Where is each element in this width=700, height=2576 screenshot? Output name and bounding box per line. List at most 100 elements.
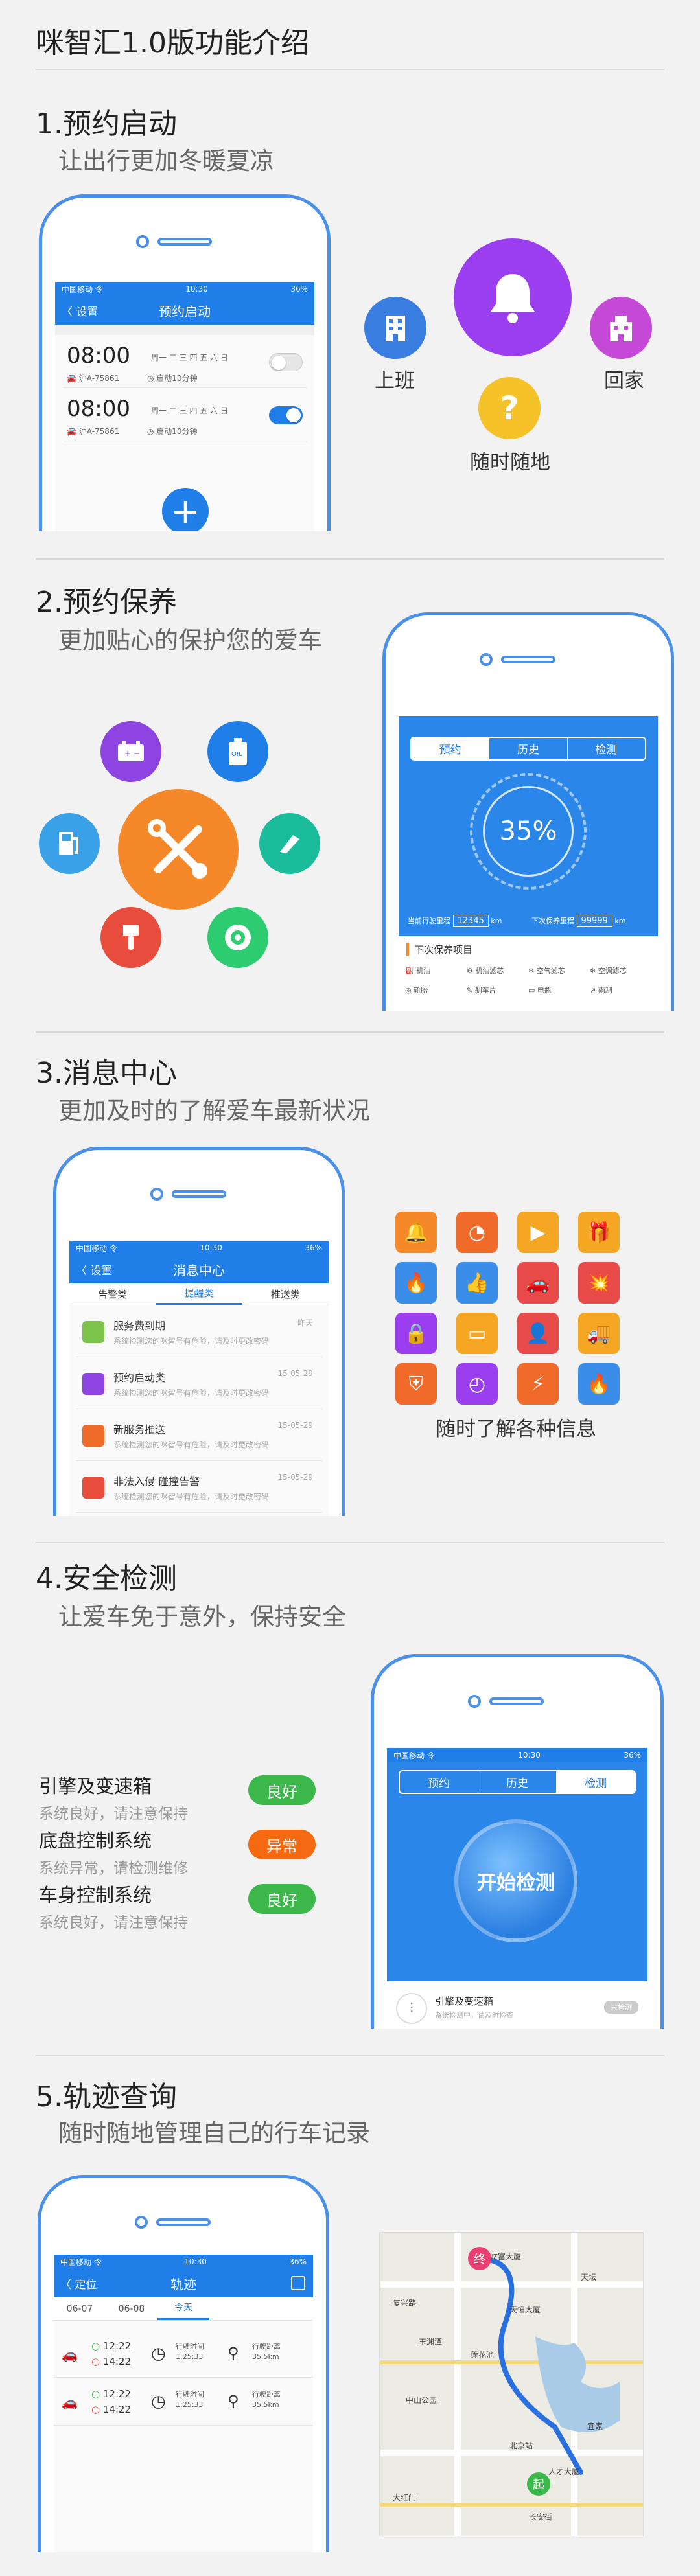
wrench-screwdriver-icon	[118, 789, 239, 910]
tab-history[interactable]: 历史	[478, 1771, 557, 1793]
office-building-icon	[364, 297, 426, 359]
gearbox-icon: ⫶	[396, 1993, 427, 2024]
trip-row[interactable]: 🚗 ○ 12:22 ○ 14:22 ◷ 行驶时间 1:25:33 ⚲ 行驶距离 35…	[54, 2379, 313, 2426]
phone-speaker	[172, 1190, 226, 1198]
fuel-pump-icon	[39, 813, 100, 874]
add-alarm-button[interactable]: +	[162, 488, 209, 531]
back-button[interactable]: 〈 设置	[76, 1261, 112, 1278]
tag-icon	[82, 1321, 104, 1343]
alarm-days: 周一 二 三 四 五 六 日	[151, 406, 228, 415]
section3-heading: 3.消息中心	[36, 1057, 177, 1090]
gift-icon: 🎁	[578, 1212, 620, 1253]
phone-mockup: 中国移动 令 10:30 36% 〈 设置 预约启动 08:00 周一 二 三 …	[39, 194, 331, 531]
message-desc: 系统检测您的咪智号有危险，请及时更改密码	[113, 1440, 270, 1449]
phone-camera	[135, 2216, 148, 2229]
svg-text:+ −: + −	[124, 749, 140, 758]
battery-icon: + −	[100, 721, 161, 782]
video-icon: ▶	[517, 1212, 559, 1253]
section3-subtitle: 更加及时的了解爱车最新状况	[58, 1097, 370, 1125]
clock: 10:30	[185, 284, 208, 293]
message-tabs: 告警类 提醒类 推送类	[69, 1283, 329, 1305]
tab-history[interactable]: 历史	[489, 738, 568, 759]
map-place-label: 复兴路	[393, 2299, 417, 2308]
back-button[interactable]: 〈 设置	[62, 303, 98, 319]
tab-booking[interactable]: 预约	[400, 1771, 478, 1793]
carrier: 中国移动 令	[76, 1243, 117, 1253]
tab-alarm[interactable]: 告警类	[69, 1283, 156, 1305]
alarm-toggle[interactable]	[269, 353, 303, 371]
section1-heading: 1.预约启动	[36, 108, 177, 141]
lock-icon: 🔒	[395, 1313, 437, 1354]
status-badge: 异常	[248, 1830, 316, 1859]
notification-icon-grid: 🔔 ◔ ▶ 🎁 🔥 👍 🚗 💥 🔒 ▭ 👤 🚚 ⛨ ◴ ⚡ 🔥	[395, 1212, 635, 1412]
phone-camera	[136, 235, 149, 248]
map-place-label: 人才大厦	[548, 2467, 580, 2476]
system-item: 底盘控制系统 系统异常，请检测维修	[39, 1826, 188, 1878]
alarm-toggle[interactable]	[269, 406, 303, 424]
carrier: 中国移动 令	[393, 1751, 435, 1760]
section4-heading: 4.安全检测	[36, 1562, 177, 1595]
phone-speaker	[158, 238, 212, 246]
trip-duration: 行驶时间 1:25:33	[176, 2342, 204, 2361]
section4-subtitle: 让爱车免于意外，保持安全	[58, 1603, 346, 1631]
clock-icon: ◷	[151, 2344, 166, 2363]
tab-reminder[interactable]: 提醒类	[156, 1283, 242, 1305]
alarm-item[interactable]: 08:00 周一 二 三 四 五 六 日 🚘 沪A-75861 ◷ 启动10分钟	[63, 338, 307, 388]
trip-distance: 行驶距离 35.5km	[252, 2390, 281, 2409]
phone-speaker	[489, 1697, 544, 1705]
distance-icon: ⚲	[228, 2344, 239, 2362]
calendar-icon[interactable]	[291, 2276, 305, 2290]
nav-title: 预约启动	[159, 303, 211, 319]
date-tab[interactable]: 06-08	[106, 2297, 158, 2320]
shield-icon	[82, 1477, 104, 1499]
start-detect-button[interactable]: 开始检测	[454, 1819, 578, 1942]
phone-speaker	[501, 656, 555, 663]
divider	[36, 1031, 664, 1033]
detect-desc: 系统检测中，请及时检查	[435, 2011, 513, 2019]
tab-booking[interactable]: 预约	[412, 738, 490, 759]
alarm-item[interactable]: 08:00 周一 二 三 四 五 六 日 🚘 沪A-75861 ◷ 启动10分钟	[63, 391, 307, 441]
nav-title: 轨迹	[170, 2276, 196, 2292]
system-item: 引擎及变速箱 系统良好，请注意保持	[39, 1771, 188, 1823]
tire-icon	[207, 907, 268, 968]
status-bar: 中国移动 令 10:30 36%	[387, 1748, 648, 1762]
tow-icon: 🚚	[578, 1313, 620, 1354]
map-place-label: 莲花池	[471, 2351, 495, 2360]
divider	[36, 2055, 664, 2056]
tab-push[interactable]: 推送类	[242, 1283, 329, 1305]
tab-detect[interactable]: 检测	[568, 738, 645, 759]
bell-icon	[454, 238, 572, 356]
back-button[interactable]: 〈 定位	[60, 2275, 97, 2292]
phone-screen: 中国移动 令 10:30 36% 〈 设置 预约启动 08:00 周一 二 三 …	[55, 282, 314, 531]
message-item[interactable]: 预约启动类 系统检测您的咪智号有危险，请及时更改密码 15-05-29	[76, 1359, 322, 1409]
nav-bar: 〈 设置 预约启动	[55, 296, 314, 325]
detect-row[interactable]: ⫶ 引擎及变速箱 系统检测中，请及时检查 未检测	[387, 1981, 648, 2029]
plug-icon: ⚡	[517, 1363, 559, 1405]
message-date: 15-05-29	[277, 1473, 313, 1482]
bell-icon	[82, 1373, 104, 1395]
clock-icon: ◴	[456, 1363, 498, 1405]
message-item[interactable]: 新服务推送 系统检测您的咪智号有危险，请及时更改密码 15-05-29	[76, 1410, 322, 1461]
phone-screen: 中国移动 令 10:30 36% 〈 设置 消息中心 告警类 提醒类 推送类 服…	[69, 1241, 329, 1516]
user-icon: 👤	[517, 1313, 559, 1354]
phone-mockup: 预约 历史 检测 35% 当前行驶里程 12345 km 下次保养里程 9999…	[382, 612, 674, 1011]
detect-title: 引擎及变速箱	[435, 1995, 494, 2007]
tab-detect[interactable]: 检测	[557, 1771, 635, 1793]
phone-screen: 预约 历史 检测 35% 当前行驶里程 12345 km 下次保养里程 9999…	[399, 716, 658, 1011]
message-item[interactable]: 服务费到期 系统检测您的咪智号有危险，请及时更改密码 昨天	[76, 1307, 322, 1357]
svg-text:OIL: OIL	[231, 751, 242, 758]
map-place-label: 天坛	[581, 2273, 597, 2282]
trip-distance: 行驶距离 35.5km	[252, 2342, 281, 2361]
item-brake: ✎ 刹车片	[467, 986, 496, 995]
map-place-label: 大红门	[393, 2493, 417, 2502]
route-map[interactable]: 终 起 财富大厦 复兴路 天恒大厦 中山公园 莲花池 北京站 大红门 人才大厦 宜家 玉渊潭 长安街…	[379, 2232, 644, 2536]
date-tab-today[interactable]: 今天	[158, 2297, 209, 2320]
message-item[interactable]: 非法入侵 碰撞告警 系统检测您的咪智号有危险，请及时更改密码 15-05-29	[76, 1462, 322, 1513]
phone-mockup: 中国移动 令 10:30 36% 〈 定位 轨迹 06-07 06-08 今天 …	[38, 2175, 329, 2552]
bell-icon: 🔔	[395, 1212, 437, 1253]
trip-row[interactable]: 🚗 ○ 12:22 ○ 14:22 ◷ 行驶时间 1:25:33 ⚲ 行驶距离 35…	[54, 2331, 313, 2378]
date-tab[interactable]: 06-07	[54, 2297, 106, 2320]
home-label: 回家	[604, 369, 644, 393]
system-desc: 系统良好，请注意保持	[39, 1806, 188, 1823]
item-oil: ⛽ 机油	[405, 967, 431, 975]
